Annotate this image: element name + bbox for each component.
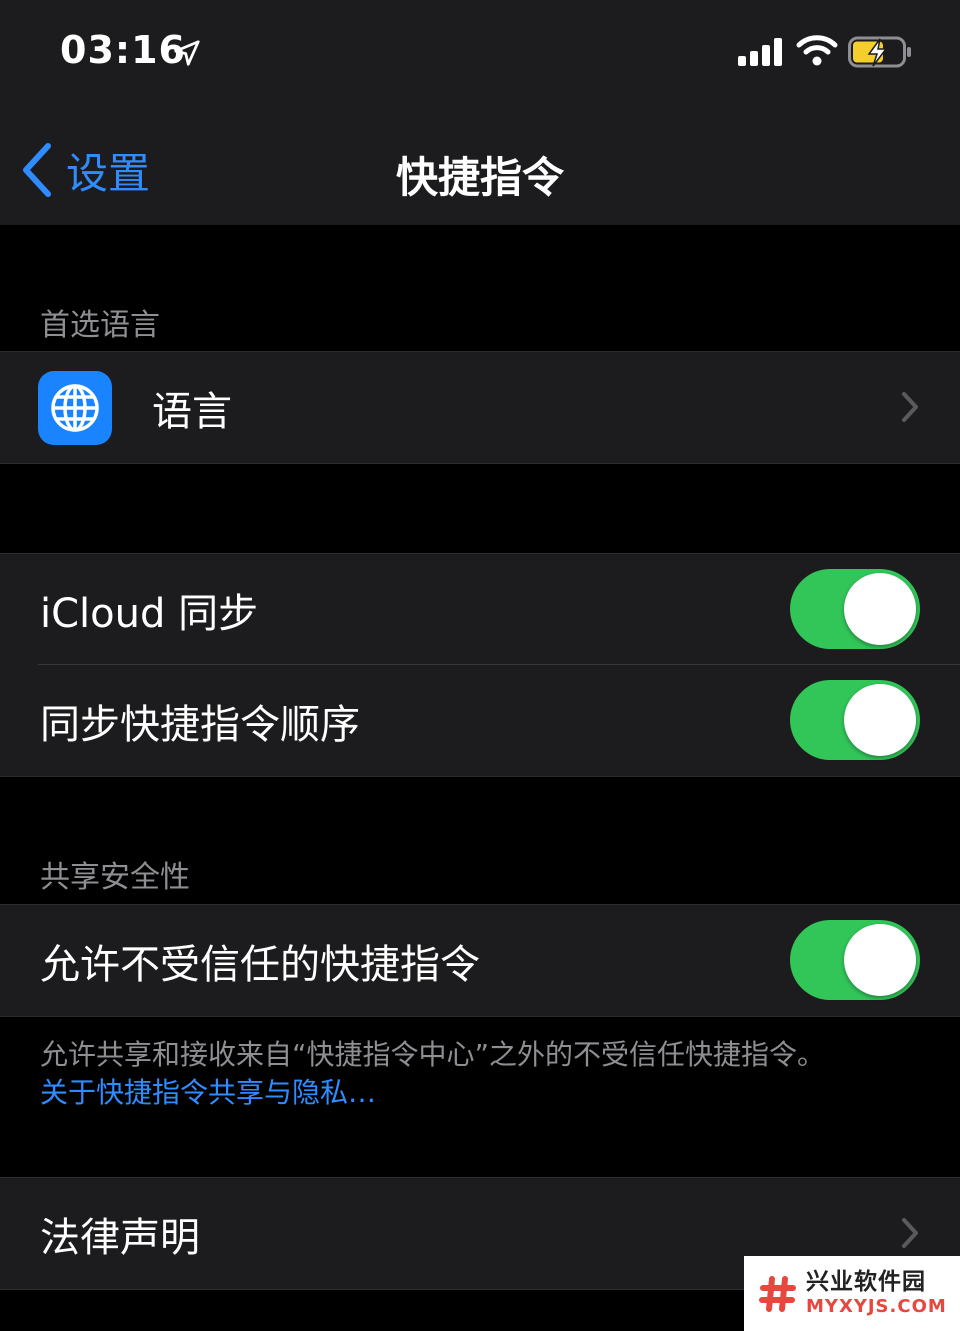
language-row[interactable]: 语言 <box>0 352 960 463</box>
section-header-sharing-security: 共享安全性 <box>40 860 190 895</box>
sync-order-toggle[interactable] <box>790 680 920 760</box>
watermark: 兴业软件园 MYXYJS.COM <box>744 1256 960 1331</box>
sync-order-row: 同步快捷指令顺序 <box>0 665 960 776</box>
hash-logo-icon <box>758 1273 798 1314</box>
language-row-label: 语言 <box>152 388 232 435</box>
watermark-name-en: MYXYJS.COM <box>806 1296 947 1317</box>
untrusted-shortcuts-row: 允许不受信任的快捷指令 <box>0 905 960 1016</box>
watermark-name-cn: 兴业软件园 <box>806 1269 926 1295</box>
privacy-link[interactable]: 关于快捷指令共享与隐私… <box>40 1074 920 1112</box>
navigation-bar: 设置 快捷指令 <box>0 100 960 225</box>
sync-group: iCloud 同步 同步快捷指令顺序 <box>0 553 960 777</box>
icloud-sync-row: iCloud 同步 <box>0 554 960 665</box>
security-footer: 允许共享和接收来自“快捷指令中心”之外的不受信任快捷指令。 关于快捷指令共享与隐… <box>40 1036 920 1112</box>
toggle-knob <box>844 684 916 756</box>
untrusted-shortcuts-toggle[interactable] <box>790 920 920 1000</box>
icloud-sync-label: iCloud 同步 <box>40 590 259 637</box>
cellular-signal-icon <box>738 38 782 66</box>
icloud-sync-toggle[interactable] <box>790 569 920 649</box>
chevron-right-icon <box>902 392 918 422</box>
security-footer-text: 允许共享和接收来自“快捷指令中心”之外的不受信任快捷指令。 <box>40 1038 826 1071</box>
legal-notices-label: 法律声明 <box>40 1214 200 1261</box>
page-title: 快捷指令 <box>395 153 564 202</box>
status-time: 03:16 <box>60 28 186 72</box>
section-header-preferred-language: 首选语言 <box>40 308 160 343</box>
chevron-right-icon <box>902 1218 918 1248</box>
status-bar: 03:16 <box>0 0 960 100</box>
location-arrow-icon <box>174 40 200 66</box>
globe-icon <box>51 383 99 432</box>
toggle-knob <box>844 573 916 645</box>
sync-order-label: 同步快捷指令顺序 <box>40 701 360 748</box>
language-app-icon <box>38 370 112 445</box>
toggle-knob <box>844 924 916 996</box>
security-group: 允许不受信任的快捷指令 <box>0 904 960 1017</box>
battery-charging-icon <box>848 36 911 68</box>
language-group: 语言 <box>0 351 960 464</box>
untrusted-shortcuts-label: 允许不受信任的快捷指令 <box>40 941 480 988</box>
wifi-icon <box>796 35 838 66</box>
